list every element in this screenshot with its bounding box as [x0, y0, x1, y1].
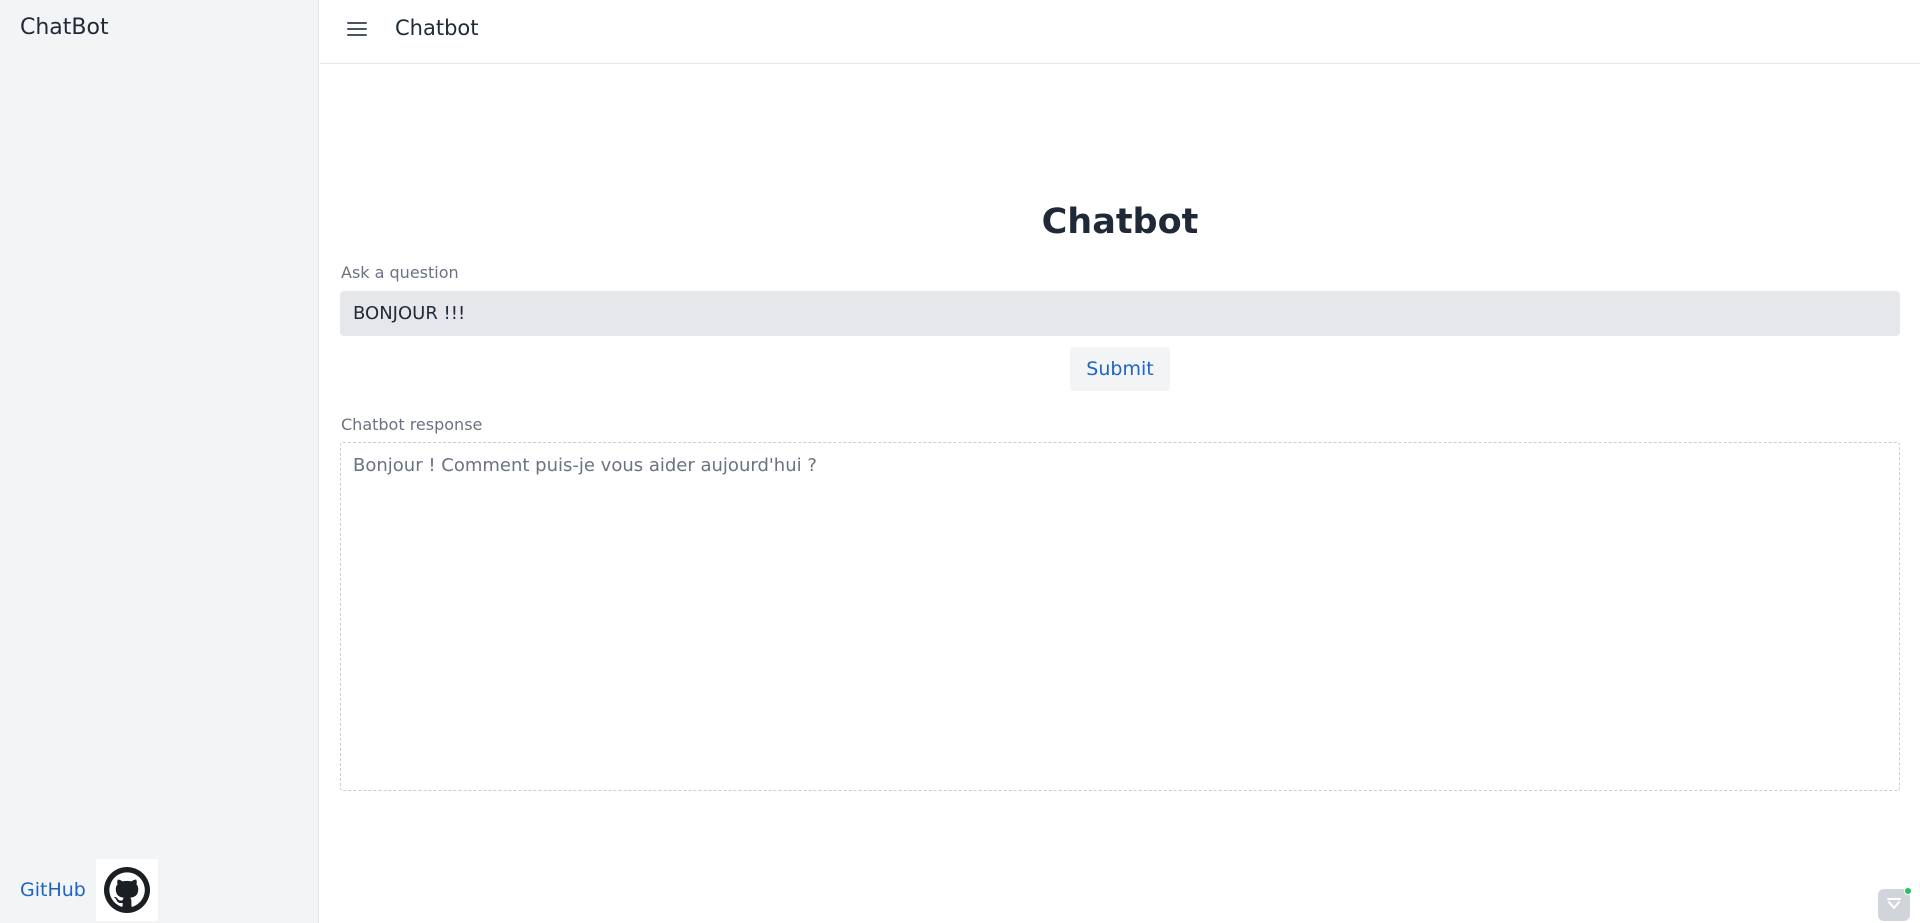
question-input[interactable] [340, 291, 1900, 336]
topbar-title: Chatbot [395, 16, 479, 40]
widget-button[interactable] [1878, 887, 1912, 921]
submit-button[interactable]: Submit [1070, 347, 1170, 391]
status-dot [1904, 887, 1912, 895]
response-label: Chatbot response [341, 415, 483, 434]
hamburger-icon[interactable] [344, 18, 370, 40]
sidebar-footer: GitHub [20, 859, 158, 921]
question-label: Ask a question [341, 263, 459, 282]
response-output[interactable]: Bonjour ! Comment puis-je vous aider auj… [340, 442, 1900, 791]
topbar: Chatbot [320, 0, 1920, 64]
github-link[interactable]: GitHub [20, 879, 86, 901]
page-title: Chatbot [1041, 202, 1199, 242]
github-icon[interactable] [95, 859, 158, 921]
main-content: Chatbot Ask a question Submit Chatbot re… [320, 65, 1920, 923]
brand-title: ChatBot [20, 15, 109, 40]
chevron-down-icon [1885, 894, 1903, 916]
sidebar: ChatBot GitHub [0, 0, 319, 923]
